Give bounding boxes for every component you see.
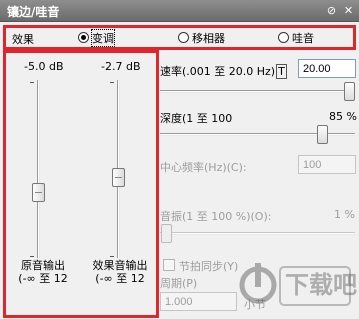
radio-wah[interactable]: 哇音 [278,30,314,45]
radio-phaser-label: 移相器 [192,31,225,45]
amplitude-slider-thumb[interactable] [161,224,172,243]
radio-circle[interactable] [78,32,89,43]
rate-shortcut: T [276,64,287,79]
rate-slider-thumb[interactable] [344,82,355,101]
title-bar: 镶边/哇音 ⊘ ✕ [0,0,359,22]
depth-value: 85 % [329,110,357,123]
amplitude-value: 1 % [334,208,355,221]
original-output-title: 原音输出 [21,259,65,272]
original-slider-thumb[interactable] [32,183,45,202]
radio-flanger[interactable]: 变调 [78,28,115,47]
effect-output-range: (-∞ 至 12 [95,272,145,285]
depth-slider-thumb[interactable] [317,125,328,144]
radio-circle[interactable] [178,32,189,43]
tick-mark [30,256,34,257]
rate-label-text: 速率(.001 至 20.0 Hz) [160,65,276,78]
amplitude-slider-track[interactable] [160,232,355,235]
amplitude-label: 音振(1 至 100 %)(O): [160,210,272,223]
window-title: 镶边/哇音 [7,5,60,19]
original-slider-track[interactable] [37,80,40,258]
original-output-label: 原音输出 (-∞ 至 12 [10,259,76,285]
center-freq-label: 中心频率(Hz)(C): [160,161,247,174]
rate-slider-track[interactable] [160,90,355,93]
tick-mark [110,256,114,257]
rate-input[interactable] [298,59,356,78]
radio-wah-label: 哇音 [292,31,314,45]
depth-label: 深度(1 至 100 [160,112,233,125]
sync-label: 节拍同步(Y) [179,260,239,273]
sync-checkbox[interactable] [163,259,175,271]
effect-slider-thumb[interactable] [112,168,125,187]
period-label: 周期(P) [160,277,198,290]
tick-mark [30,82,34,83]
center-freq-input[interactable] [298,155,356,174]
help-icon[interactable]: ⊘ [325,4,338,17]
radio-circle[interactable] [278,32,289,43]
close-icon[interactable]: ✕ [342,4,355,17]
original-db: -5.0 dB [24,60,64,73]
effect-output-title: 效果音输出 [92,259,148,272]
rate-label: 速率(.001 至 20.0 Hz) T [160,63,287,79]
period-input[interactable] [160,292,237,311]
original-output-range: (-∞ 至 12 [18,272,68,285]
radio-flanger-label: 变调 [91,28,115,47]
effect-output-label: 效果音输出 (-∞ 至 12 [84,259,156,285]
effect-db: -2.7 dB [101,60,141,73]
radio-phaser[interactable]: 移相器 [178,30,225,45]
watermark-text: 下载吧 [285,271,357,299]
tick-mark [110,82,114,83]
effect-label: 效果 [12,33,34,46]
